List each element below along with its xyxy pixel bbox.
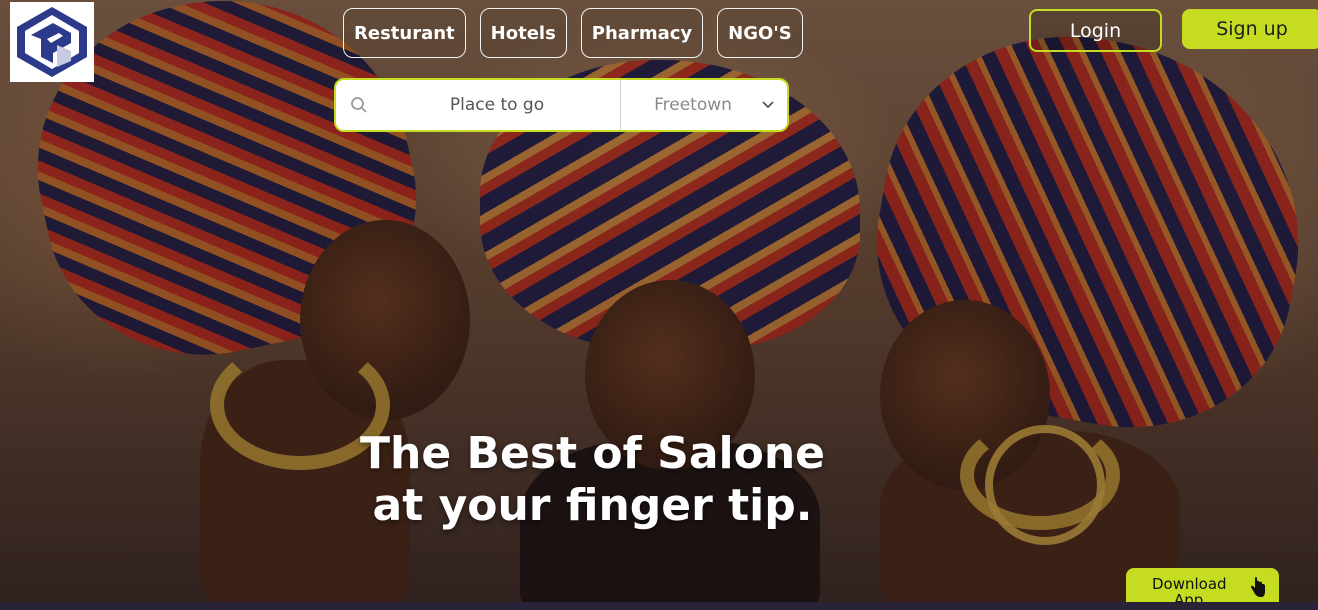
site-logo[interactable]	[10, 2, 94, 82]
headline-line-1: The Best of Salone	[360, 428, 825, 479]
bottom-strip	[0, 602, 1318, 610]
tap-hand-icon	[1249, 576, 1267, 601]
hero-headline: The Best of Salone at your finger tip.	[300, 428, 885, 532]
category-nav: Resturant Hotels Pharmacy NGO'S	[343, 8, 803, 58]
chevron-down-icon	[762, 101, 774, 109]
search-bar: Freetown	[334, 78, 789, 132]
headline-line-2: at your finger tip.	[372, 480, 813, 531]
nav-hotels[interactable]: Hotels	[479, 8, 567, 58]
search-icon	[336, 96, 374, 114]
login-button[interactable]: Login	[1029, 9, 1162, 52]
city-select-value: Freetown	[654, 95, 732, 115]
nav-ngos[interactable]: NGO'S	[717, 8, 803, 58]
swirl-logo-icon	[17, 7, 87, 77]
signup-button[interactable]: Sign up	[1182, 9, 1318, 49]
nav-pharmacy[interactable]: Pharmacy	[580, 8, 704, 58]
search-input[interactable]	[374, 80, 620, 130]
nav-restaurant[interactable]: Resturant	[343, 8, 466, 58]
city-select[interactable]: Freetown	[621, 80, 787, 130]
